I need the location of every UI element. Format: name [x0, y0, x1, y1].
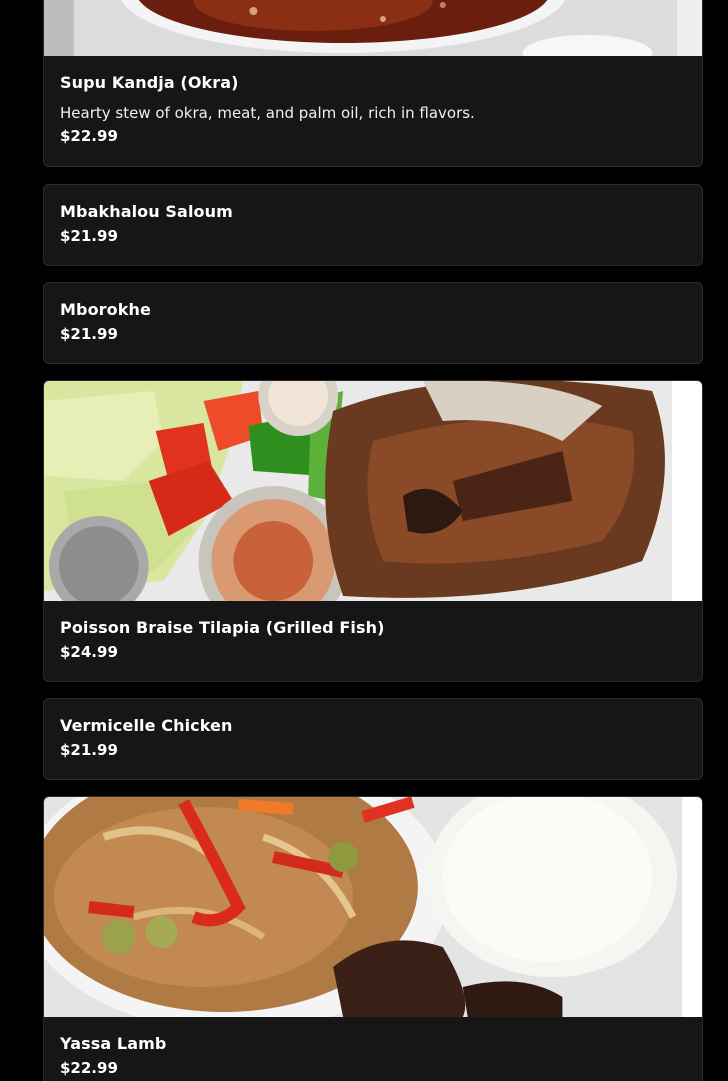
menu-item-name: Poisson Braise Tilapia (Grilled Fish) [60, 618, 385, 637]
menu-item-card[interactable]: Yassa Lamb $22.99 [43, 796, 703, 1081]
menu-item-card[interactable]: Mborokhe $21.99 [43, 282, 703, 364]
menu-item-card[interactable]: Supu Kandja (Okra) Hearty stew of okra, … [43, 0, 703, 167]
menu-item-name: Mbakhalou Saloum [60, 202, 233, 221]
yassa-lamb-photo [44, 797, 702, 1017]
menu-item-list: Supu Kandja (Okra) Hearty stew of okra, … [0, 0, 728, 1081]
menu-item-card[interactable]: Mbakhalou Saloum $21.99 [43, 184, 703, 266]
menu-item-price: $21.99 [60, 227, 118, 245]
menu-item-price: $21.99 [60, 741, 118, 759]
okra-stew-photo [44, 0, 702, 56]
menu-item-name: Supu Kandja (Okra) [60, 73, 239, 92]
menu-item-name: Mborokhe [60, 300, 151, 319]
menu-item-card[interactable]: Vermicelle Chicken $21.99 [43, 698, 703, 780]
menu-item-name: Yassa Lamb [60, 1034, 167, 1053]
grilled-tilapia-photo [44, 381, 702, 601]
menu-item-card[interactable]: Poisson Braise Tilapia (Grilled Fish) $2… [43, 380, 703, 682]
menu-item-price: $22.99 [60, 1059, 118, 1077]
menu-item-name: Vermicelle Chicken [60, 716, 233, 735]
menu-item-price: $21.99 [60, 325, 118, 343]
menu-item-price: $22.99 [60, 127, 118, 145]
menu-item-description: Hearty stew of okra, meat, and palm oil,… [60, 104, 475, 122]
menu-item-price: $24.99 [60, 643, 118, 661]
